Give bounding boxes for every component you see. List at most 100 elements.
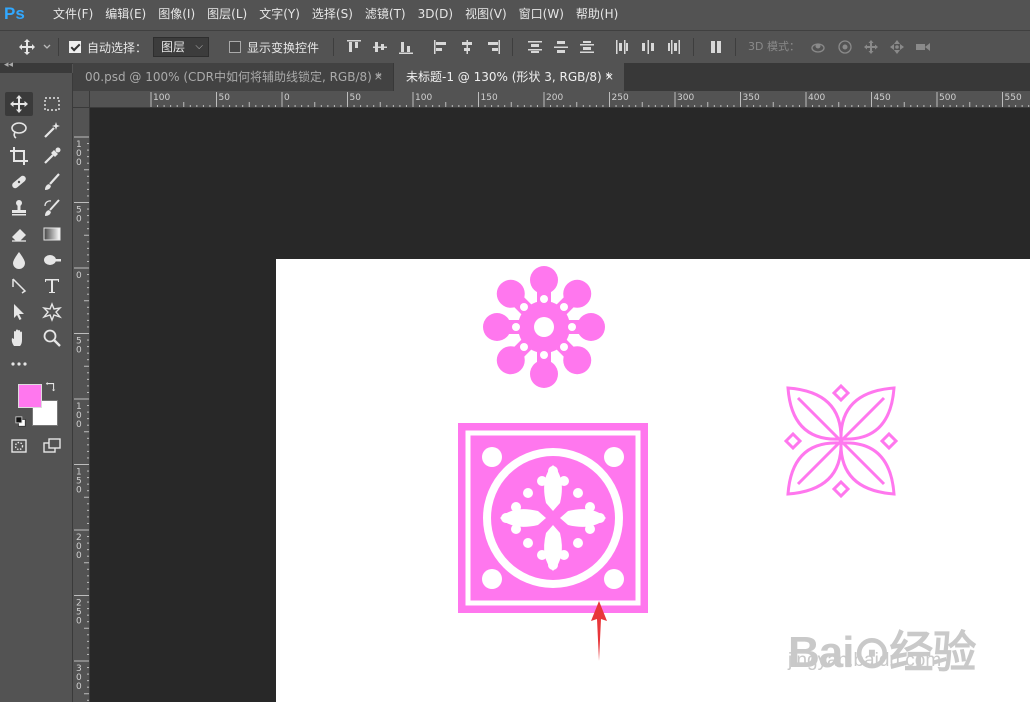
3d-pan-icon[interactable] (863, 39, 879, 55)
quick-mask-button[interactable] (5, 434, 33, 458)
ruler-label: 0 (284, 93, 290, 103)
type-icon (45, 279, 59, 293)
brush-tool[interactable] (38, 170, 66, 194)
ruler-label: 150 (481, 93, 498, 103)
align-top-icon[interactable] (346, 39, 362, 55)
toolbar-collapse[interactable]: ◂◂ (0, 60, 72, 73)
menu-file[interactable]: 文件(F) (47, 0, 99, 28)
clone-stamp-tool[interactable] (5, 196, 33, 220)
square-tile-shape[interactable] (458, 423, 648, 613)
close-icon[interactable]: × (374, 63, 383, 91)
menu-help[interactable]: 帮助(H) (570, 0, 624, 28)
ruler-label: 50 (350, 93, 362, 103)
dodge-tool[interactable] (38, 248, 66, 272)
horizontal-ruler[interactable]: 100 50 0 50 100 150 200 250 300 350 400 450 500 550 (90, 91, 1030, 108)
show-transform-checkbox[interactable] (229, 41, 241, 53)
tab-document-00psd[interactable]: 00.psd @ 100% (CDR中如何将辅助线锁定, RGB/8) * × (73, 63, 393, 91)
move-tool-preset[interactable] (18, 31, 52, 63)
swap-arrow-icon (45, 381, 56, 392)
menu-image[interactable]: 图像(I) (152, 0, 201, 28)
blur-tool[interactable] (5, 248, 33, 272)
zoom-tool[interactable] (38, 326, 66, 350)
custom-shape-tool[interactable] (38, 300, 66, 324)
move-tool[interactable] (5, 92, 33, 116)
chevron-down-icon (43, 44, 51, 49)
close-icon[interactable]: × (605, 63, 614, 91)
hand-tool[interactable] (5, 326, 33, 350)
eyedropper-tool[interactable] (38, 144, 66, 168)
document-tabs: 00.psd @ 100% (CDR中如何将辅助线锁定, RGB/8) * × … (73, 63, 1030, 91)
align-horizontal-center-icon[interactable] (459, 39, 475, 55)
3d-roll-icon[interactable] (837, 39, 853, 55)
menu-view[interactable]: 视图(V) (459, 0, 513, 28)
distribute-left-icon[interactable] (614, 39, 630, 55)
watermark-url: jingyan.baidu.com (788, 650, 942, 671)
show-transform-label: 显示变换控件 (247, 40, 320, 55)
menu-layer[interactable]: 图层(L) (201, 0, 253, 28)
menu-select[interactable]: 选择(S) (306, 0, 359, 28)
distribute-vertical-center-icon[interactable] (553, 39, 569, 55)
tab-label: 00.psd @ 100% (CDR中如何将辅助线锁定, RGB/8) * (85, 70, 382, 84)
marquee-tool[interactable] (38, 92, 66, 116)
menu-3d[interactable]: 3D(D) (412, 0, 459, 28)
auto-select-option[interactable]: 自动选择： (69, 31, 147, 63)
swap-colors-button[interactable] (44, 380, 58, 394)
default-colors-button[interactable] (14, 415, 28, 429)
ruler-label: 0 (76, 617, 82, 627)
align-left-icon[interactable] (433, 39, 449, 55)
more-dots-icon (11, 362, 27, 366)
3d-slide-icon[interactable] (889, 39, 905, 55)
auto-align-layers-icon[interactable] (708, 39, 724, 55)
align-right-icon[interactable] (485, 39, 501, 55)
distribute-bottom-icon[interactable] (579, 39, 595, 55)
ruler-label: 0 (76, 551, 82, 561)
divider (333, 38, 334, 56)
3d-orbit-icon[interactable] (810, 39, 826, 55)
ruler-label: 0 (76, 420, 82, 430)
ruler-origin[interactable] (73, 91, 90, 108)
ruler-label: 450 (874, 93, 891, 103)
menu-edit[interactable]: 编辑(E) (99, 0, 152, 28)
menu-filter[interactable]: 滤镜(T) (359, 0, 412, 28)
edit-toolbar[interactable] (5, 352, 33, 376)
menu-window[interactable]: 窗口(W) (513, 0, 570, 28)
screen-mode-icon (43, 438, 61, 453)
flower-shape[interactable] (481, 264, 611, 389)
3d-mode-label: 3D 模式： (748, 40, 800, 53)
menu-type[interactable]: 文字(Y) (253, 0, 306, 28)
history-brush-tool[interactable] (38, 196, 66, 220)
ruler-label: 0 (76, 215, 82, 225)
align-bottom-icon[interactable] (398, 39, 414, 55)
eyedropper-icon (44, 147, 61, 164)
move-icon (19, 39, 35, 55)
move-icon (10, 95, 28, 113)
distribute-horizontal-center-icon[interactable] (640, 39, 656, 55)
3d-scale-icon[interactable] (915, 39, 931, 55)
document-canvas[interactable]: Bai⊙经验 jingyan.baidu.com (276, 259, 1030, 702)
auto-select-checkbox[interactable] (69, 41, 81, 53)
path-selection-tool[interactable] (5, 300, 33, 324)
dodge-icon (44, 255, 61, 265)
vertical-ruler[interactable]: 10050050100150200250300 (73, 108, 90, 702)
foreground-color-swatch[interactable] (18, 384, 42, 408)
tab-document-untitled-1[interactable]: 未标题-1 @ 130% (形状 3, RGB/8) * × (394, 63, 624, 91)
lasso-tool[interactable] (5, 118, 33, 142)
distribute-right-icon[interactable] (666, 39, 682, 55)
align-vertical-center-icon[interactable] (372, 39, 388, 55)
magic-wand-tool[interactable] (38, 118, 66, 142)
eraser-tool[interactable] (5, 222, 33, 246)
horizontal-ruler-ticks: 100 50 0 50 100 150 200 250 300 350 400 450 500 550 (150, 92, 1030, 107)
canvas-workspace[interactable]: Bai⊙经验 jingyan.baidu.com (90, 108, 1030, 702)
ruler-label: 350 (743, 93, 760, 103)
auto-select-target-dropdown[interactable]: 图层 ⌵ (153, 37, 209, 57)
leaf-outline-shape[interactable] (784, 384, 898, 498)
crop-tool[interactable] (5, 144, 33, 168)
vertical-ruler-ticks: 10050050100150200250300 (74, 136, 89, 701)
distribute-top-icon[interactable] (527, 39, 543, 55)
healing-brush-tool[interactable] (5, 170, 33, 194)
type-tool[interactable] (38, 274, 66, 298)
pen-tool[interactable] (5, 274, 33, 298)
screen-mode-button[interactable] (38, 434, 66, 458)
gradient-tool[interactable] (38, 222, 66, 246)
show-transform-option[interactable]: 显示变换控件 (229, 31, 319, 63)
